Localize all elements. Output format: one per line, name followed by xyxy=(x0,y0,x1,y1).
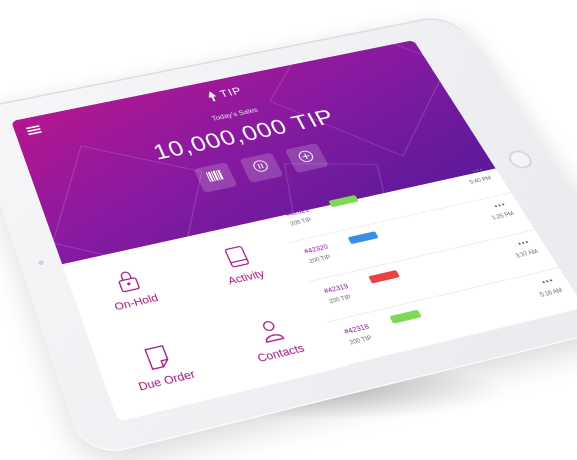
tile-label: On-Hold xyxy=(113,292,160,313)
menu-icon[interactable] xyxy=(26,125,42,135)
order-amount: 200 TIP xyxy=(309,255,332,265)
order-time: 5:16 AM xyxy=(539,288,564,299)
note-icon xyxy=(141,343,174,372)
order-number: #42319 xyxy=(323,283,350,295)
tile-label: Due Order xyxy=(137,368,197,393)
status-badge xyxy=(368,270,400,284)
app-screen: TIP Today's Sales 10,000,000 TIP On-Hold… xyxy=(11,40,577,421)
tile-label: Contacts xyxy=(256,342,307,365)
tablet-icon xyxy=(221,243,253,269)
order-amount: 200 TIP xyxy=(349,336,374,347)
order-number: #42321 xyxy=(285,207,311,218)
more-options-icon[interactable]: ••• xyxy=(470,165,485,174)
order-amount: 200 TIP xyxy=(290,217,313,227)
barcode-icon xyxy=(204,168,226,186)
rocket-icon xyxy=(205,90,219,102)
camera-icon xyxy=(38,260,45,266)
order-number: #42320 xyxy=(303,244,329,255)
status-badge xyxy=(390,310,422,324)
pause-button[interactable] xyxy=(239,153,283,183)
lock-icon xyxy=(112,268,143,295)
pause-icon xyxy=(250,158,273,178)
status-badge xyxy=(348,231,379,244)
order-number: #42318 xyxy=(343,324,370,336)
app-logo: TIP xyxy=(205,85,244,103)
person-icon xyxy=(254,317,287,345)
order-amount: 200 TIP xyxy=(328,295,352,305)
tile-label: Activity xyxy=(226,268,266,287)
order-time: 3:37 AM xyxy=(515,249,540,259)
plus-icon xyxy=(295,148,319,167)
barcode-button[interactable] xyxy=(194,162,238,193)
scene: TIP Today's Sales 10,000,000 TIP On-Hold… xyxy=(0,0,577,433)
more-options-icon[interactable]: ••• xyxy=(516,238,532,248)
more-options-icon[interactable]: ••• xyxy=(540,276,556,287)
app-name: TIP xyxy=(218,85,245,100)
more-options-icon[interactable]: ••• xyxy=(493,201,508,211)
order-time: 5:40 PM xyxy=(469,176,493,185)
order-time: 1:25 PM xyxy=(491,212,515,222)
status-badge xyxy=(328,195,358,207)
home-button[interactable] xyxy=(504,148,535,169)
